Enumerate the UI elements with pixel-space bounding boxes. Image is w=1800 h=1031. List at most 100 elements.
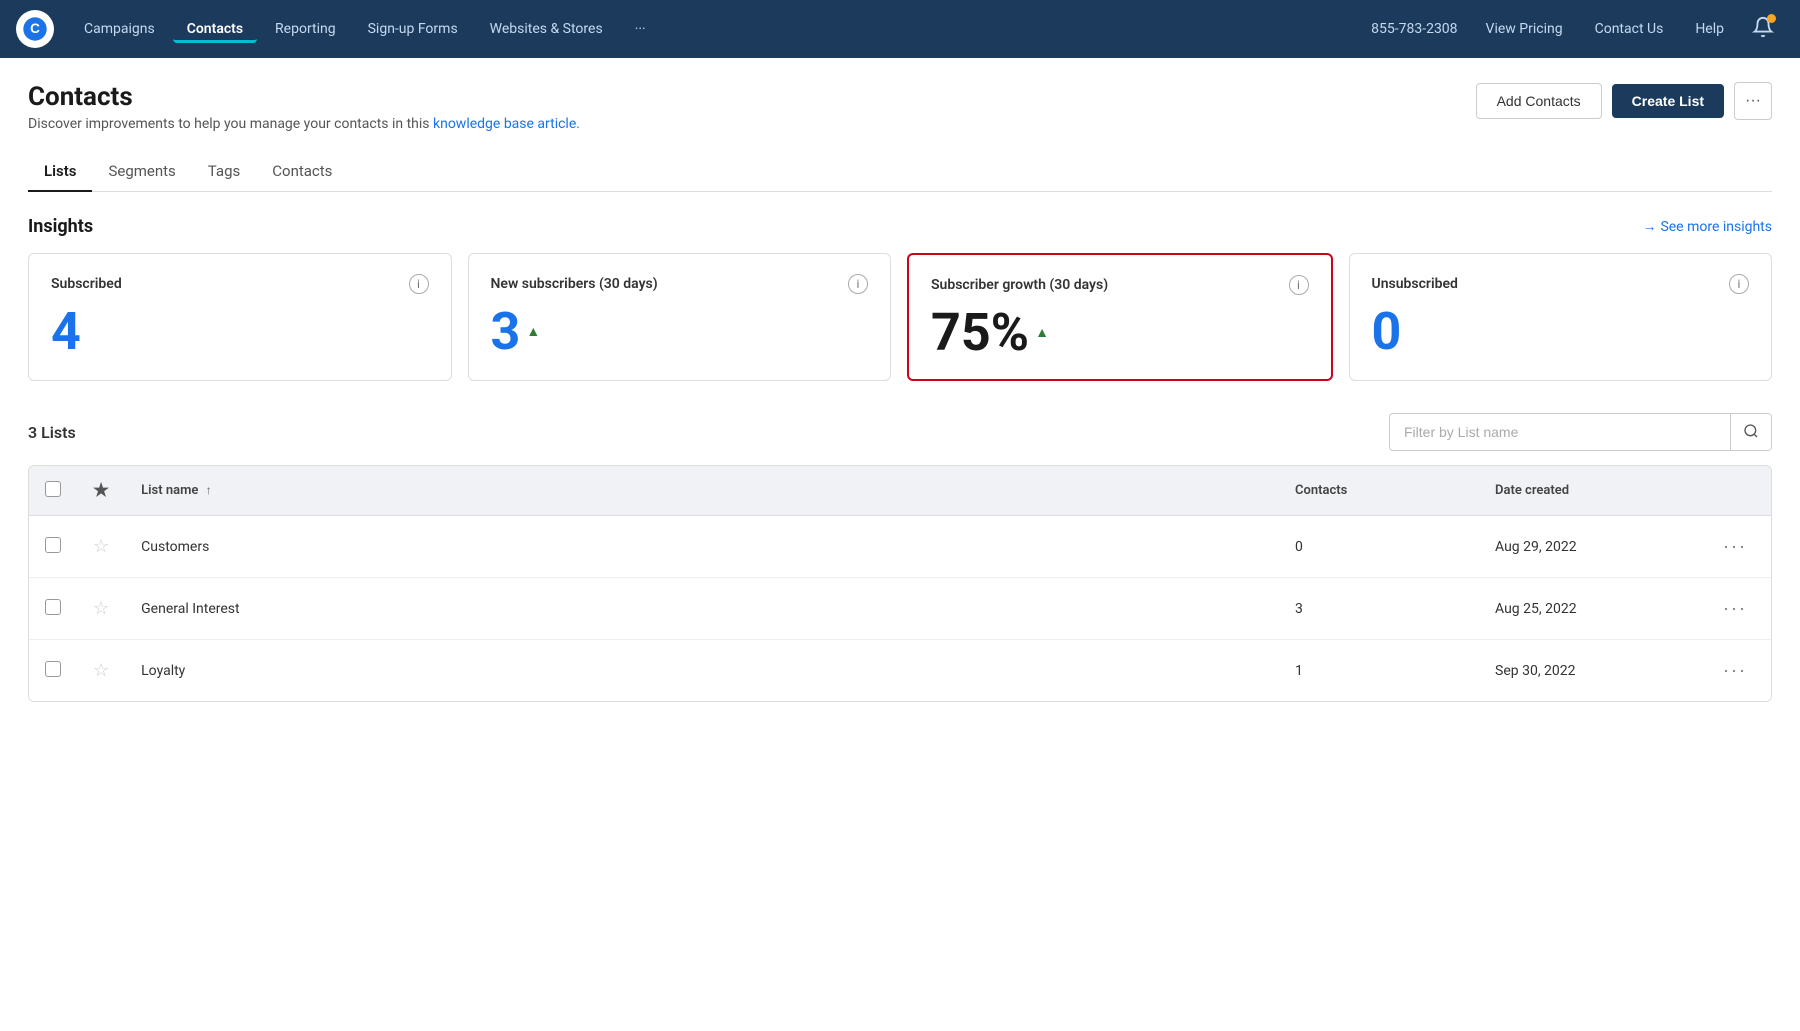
star-loyalty[interactable]: ☆ (93, 660, 109, 681)
insight-card-new-subscribers: New subscribers (30 days) i 3 ▲ (468, 253, 892, 381)
row-checkbox-general-interest (29, 578, 77, 640)
page-title: Contacts (28, 82, 580, 112)
header-date-created: Date created (1479, 466, 1699, 516)
row-checkbox-loyalty (29, 640, 77, 702)
row-listname-customers[interactable]: Customers (125, 516, 1279, 578)
insight-value-new-subscribers: 3 ▲ (491, 306, 869, 358)
nav-phone: 855-783-2308 (1361, 15, 1467, 43)
row-actions-customers: ··· (1699, 516, 1771, 578)
select-all-checkbox[interactable] (45, 481, 61, 497)
header-actions-col (1699, 466, 1771, 516)
row-contacts-loyalty: 1 (1279, 640, 1479, 702)
tab-lists[interactable]: Lists (28, 152, 92, 192)
row-menu-button-customers[interactable]: ··· (1715, 532, 1755, 561)
row-date-customers: Aug 29, 2022 (1479, 516, 1699, 578)
search-icon (1743, 423, 1759, 439)
insights-cards: Subscribed i 4 New subscribers (30 days)… (28, 253, 1772, 381)
page-tabs: Lists Segments Tags Contacts (28, 152, 1772, 192)
insight-card-subscriber-growth: Subscriber growth (30 days) i 75% ▲ (907, 253, 1333, 381)
insight-info-unsubscribed[interactable]: i (1729, 274, 1749, 294)
filter-list-input[interactable] (1390, 424, 1730, 440)
row-star-loyalty: ☆ (77, 640, 125, 702)
trend-up-icon: ▲ (526, 325, 540, 339)
insight-value-subscriber-growth: 75% ▲ (931, 307, 1309, 359)
arrow-icon: → (1642, 218, 1656, 235)
nav-item-signup-forms[interactable]: Sign-up Forms (354, 15, 472, 43)
row-menu-button-loyalty[interactable]: ··· (1715, 656, 1755, 685)
add-contacts-button[interactable]: Add Contacts (1476, 83, 1602, 119)
row-date-loyalty: Sep 30, 2022 (1479, 640, 1699, 702)
insight-info-subscriber-growth[interactable]: i (1289, 275, 1309, 295)
app-logo[interactable]: C (16, 10, 54, 48)
insight-card-subscribed: Subscribed i 4 (28, 253, 452, 381)
notification-dot (1767, 14, 1776, 23)
page-header: Contacts Discover improvements to help y… (28, 82, 1772, 132)
row-actions-loyalty: ··· (1699, 640, 1771, 702)
insight-info-subscribed[interactable]: i (409, 274, 429, 294)
checkbox-loyalty[interactable] (45, 661, 61, 677)
star-header-icon: ★ (93, 480, 109, 501)
tab-contacts[interactable]: Contacts (256, 152, 348, 192)
header-contacts: Contacts (1279, 466, 1479, 516)
lists-count: 3 Lists (28, 423, 76, 442)
star-general-interest[interactable]: ☆ (93, 598, 109, 619)
row-listname-loyalty[interactable]: Loyalty (125, 640, 1279, 702)
nav-item-websites-stores[interactable]: Websites & Stores (476, 15, 617, 43)
checkbox-general-interest[interactable] (45, 599, 61, 615)
row-star-general-interest: ☆ (77, 578, 125, 640)
filter-box (1389, 413, 1772, 451)
insight-label-unsubscribed: Unsubscribed (1372, 276, 1458, 292)
notifications-bell[interactable] (1742, 10, 1784, 48)
header-checkbox-col (29, 466, 77, 516)
main-content: Contacts Discover improvements to help y… (0, 58, 1800, 726)
table-row: ☆ General Interest 3 Aug 25, 2022 ··· (29, 578, 1771, 640)
page-description: Discover improvements to help you manage… (28, 116, 580, 132)
top-navigation: C Campaigns Contacts Reporting Sign-up F… (0, 0, 1800, 58)
nav-item-campaigns[interactable]: Campaigns (70, 15, 169, 43)
header-star-col: ★ (77, 466, 125, 516)
insights-header: Insights → See more insights (28, 216, 1772, 237)
tab-tags[interactable]: Tags (192, 152, 256, 192)
nav-view-pricing[interactable]: View Pricing (1472, 15, 1577, 43)
sort-icon: ↑ (206, 483, 212, 497)
insights-title: Insights (28, 216, 93, 237)
nav-help[interactable]: Help (1681, 15, 1738, 43)
checkbox-customers[interactable] (45, 537, 61, 553)
lists-table: ★ List name ↑ Contacts Date created (28, 465, 1772, 702)
tab-segments[interactable]: Segments (92, 152, 191, 192)
table-row: ☆ Customers 0 Aug 29, 2022 ··· (29, 516, 1771, 578)
table-row: ☆ Loyalty 1 Sep 30, 2022 ··· (29, 640, 1771, 702)
page-header-left: Contacts Discover improvements to help y… (28, 82, 580, 132)
row-actions-general-interest: ··· (1699, 578, 1771, 640)
row-star-customers: ☆ (77, 516, 125, 578)
lists-section-header: 3 Lists (28, 413, 1772, 451)
create-list-button[interactable]: Create List (1612, 84, 1724, 118)
insight-label-new-subscribers: New subscribers (30 days) (491, 276, 658, 292)
row-contacts-general-interest: 3 (1279, 578, 1479, 640)
star-customers[interactable]: ☆ (93, 536, 109, 557)
nav-item-more[interactable]: ··· (621, 15, 660, 43)
more-actions-button[interactable]: ··· (1734, 82, 1772, 120)
table-header-row: ★ List name ↑ Contacts Date created (29, 466, 1771, 516)
filter-search-button[interactable] (1730, 414, 1771, 450)
insight-label-subscribed: Subscribed (51, 276, 122, 292)
nav-contact-us[interactable]: Contact Us (1581, 15, 1678, 43)
row-date-general-interest: Aug 25, 2022 (1479, 578, 1699, 640)
svg-text:C: C (30, 21, 40, 36)
see-more-insights-link[interactable]: → See more insights (1642, 218, 1772, 235)
insight-info-new-subscribers[interactable]: i (848, 274, 868, 294)
insight-card-unsubscribed: Unsubscribed i 0 (1349, 253, 1773, 381)
insight-label-subscriber-growth: Subscriber growth (30 days) (931, 277, 1108, 293)
row-listname-general-interest[interactable]: General Interest (125, 578, 1279, 640)
page-header-right: Add Contacts Create List ··· (1476, 82, 1772, 120)
nav-right-actions: 855-783-2308 View Pricing Contact Us Hel… (1361, 10, 1784, 48)
nav-item-contacts[interactable]: Contacts (173, 15, 257, 43)
knowledge-base-link[interactable]: knowledge base article. (433, 116, 580, 132)
trend-up-growth-icon: ▲ (1035, 326, 1049, 340)
nav-item-reporting[interactable]: Reporting (261, 15, 350, 43)
row-checkbox-customers (29, 516, 77, 578)
header-listname[interactable]: List name ↑ (125, 466, 1279, 516)
insight-value-unsubscribed: 0 (1372, 306, 1750, 358)
insight-value-subscribed: 4 (51, 306, 429, 358)
row-menu-button-general-interest[interactable]: ··· (1715, 594, 1755, 623)
